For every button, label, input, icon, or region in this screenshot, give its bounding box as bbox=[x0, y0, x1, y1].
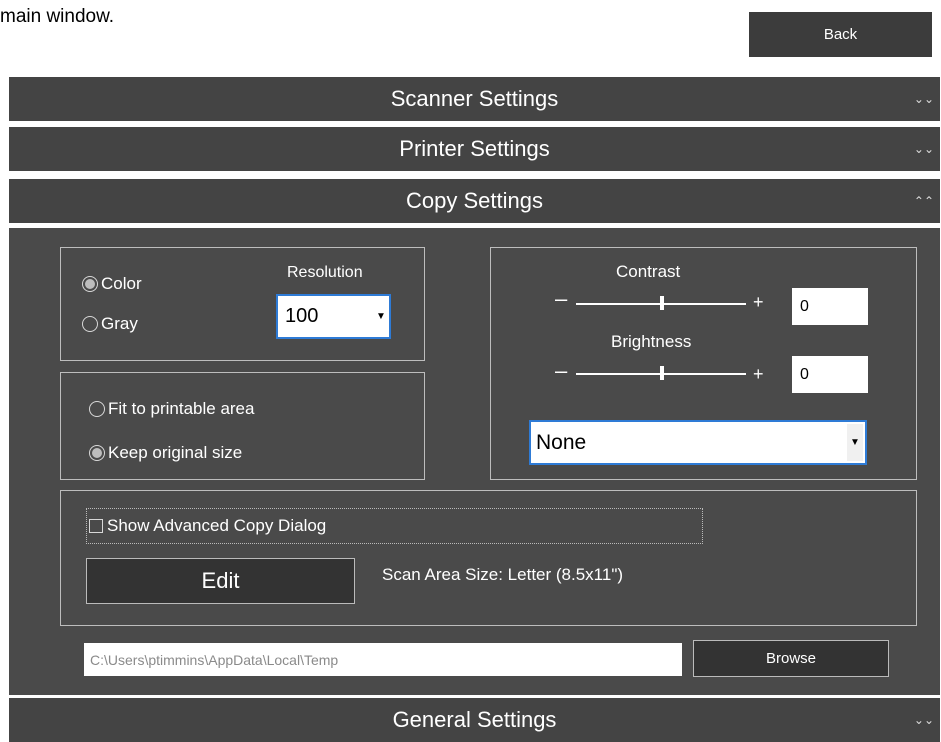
chevron-double-down-icon: ⌄⌄ bbox=[913, 92, 934, 106]
brightness-minus: – bbox=[555, 358, 568, 383]
size-mode-group: Fit to printable area Keep original size bbox=[60, 372, 425, 480]
color-resolution-group: Color Gray Resolution 100 ▼ bbox=[60, 247, 425, 361]
contrast-label: Contrast bbox=[616, 262, 681, 281]
brightness-value-input[interactable]: 0 bbox=[792, 356, 868, 393]
resolution-label: Resolution bbox=[287, 264, 363, 281]
contrast-plus: + bbox=[753, 292, 764, 312]
scanner-settings-header[interactable]: Scanner Settings ⌄⌄ bbox=[9, 77, 940, 121]
dropdown-arrow-icon: ▼ bbox=[847, 424, 863, 461]
chevron-double-up-icon: ⌃⌃ bbox=[913, 194, 934, 208]
copy-settings-title: Copy Settings bbox=[406, 188, 543, 213]
brightness-slider-thumb[interactable] bbox=[660, 366, 664, 380]
contrast-slider-thumb[interactable] bbox=[660, 296, 664, 310]
browse-button[interactable]: Browse bbox=[693, 640, 889, 677]
resolution-value: 100 bbox=[285, 305, 319, 327]
radio-unselected-icon bbox=[82, 316, 98, 332]
intro-text: main window. bbox=[0, 6, 115, 27]
general-settings-header[interactable]: General Settings ⌄⌄ bbox=[9, 698, 940, 742]
filter-select[interactable]: None ▼ bbox=[529, 420, 867, 465]
keep-original-label: Keep original size bbox=[108, 443, 243, 462]
resolution-select[interactable]: 100 ▼ bbox=[276, 294, 391, 339]
scan-area-size-text: Scan Area Size: Letter (8.5x11") bbox=[382, 565, 624, 584]
keep-original-radio[interactable]: Keep original size bbox=[89, 443, 242, 463]
copy-settings-panel: Color Gray Resolution 100 ▼ Fit to print… bbox=[9, 228, 940, 695]
contrast-minus: – bbox=[555, 286, 568, 311]
contrast-value-input[interactable]: 0 bbox=[792, 288, 868, 325]
gray-radio-label: Gray bbox=[101, 314, 138, 333]
color-radio[interactable]: Color bbox=[82, 274, 142, 294]
scanner-settings-title: Scanner Settings bbox=[390, 86, 559, 111]
radio-selected-icon bbox=[89, 445, 105, 461]
radio-selected-icon bbox=[82, 276, 98, 292]
gray-radio[interactable]: Gray bbox=[82, 314, 138, 334]
advanced-copy-checkbox[interactable]: Show Advanced Copy Dialog bbox=[86, 508, 703, 544]
checkbox-icon bbox=[89, 519, 103, 533]
back-button[interactable]: Back bbox=[749, 12, 932, 57]
chevron-double-down-icon: ⌄⌄ bbox=[913, 142, 934, 156]
color-radio-label: Color bbox=[101, 274, 142, 293]
filter-value: None bbox=[536, 430, 587, 454]
general-settings-title: General Settings bbox=[392, 707, 557, 732]
brightness-plus: + bbox=[753, 364, 764, 384]
dropdown-arrow-icon: ▼ bbox=[375, 298, 387, 335]
brightness-label: Brightness bbox=[611, 332, 692, 351]
fit-printable-radio[interactable]: Fit to printable area bbox=[89, 399, 254, 419]
fit-printable-label: Fit to printable area bbox=[108, 399, 255, 418]
advanced-group: Show Advanced Copy Dialog Edit Scan Area… bbox=[60, 490, 917, 626]
advanced-copy-label: Show Advanced Copy Dialog bbox=[107, 516, 327, 535]
copy-settings-header[interactable]: Copy Settings ⌃⌃ bbox=[9, 179, 940, 223]
edit-button[interactable]: Edit bbox=[86, 558, 355, 604]
radio-unselected-icon bbox=[89, 401, 105, 417]
printer-settings-header[interactable]: Printer Settings ⌄⌄ bbox=[9, 127, 940, 171]
adjustments-group: Contrast – + 0 Brightness – + 0 None ▼ bbox=[490, 247, 917, 480]
chevron-double-down-icon: ⌄⌄ bbox=[913, 713, 934, 727]
temp-path-input[interactable]: C:\Users\ptimmins\AppData\Local\Temp bbox=[84, 643, 682, 676]
printer-settings-title: Printer Settings bbox=[399, 136, 550, 161]
